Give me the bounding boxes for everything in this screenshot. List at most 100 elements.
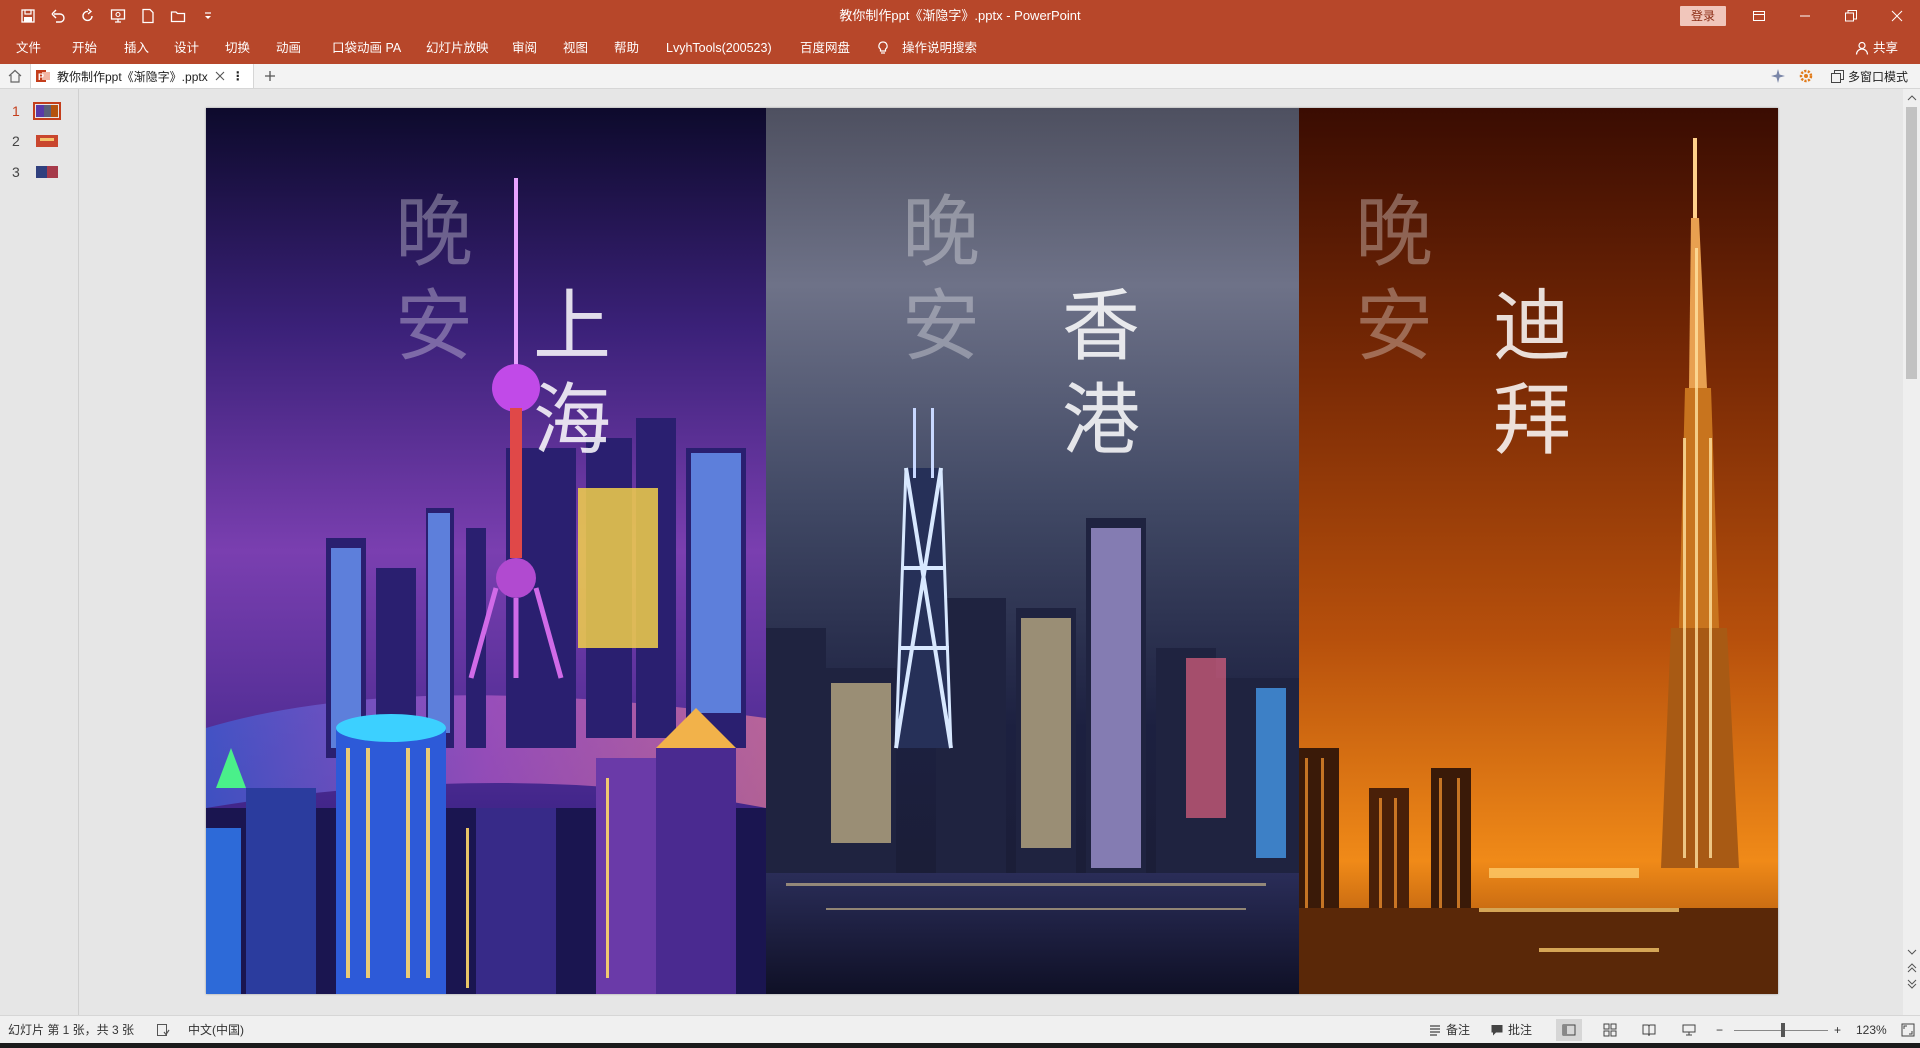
- tab-view[interactable]: 视图: [563, 32, 588, 64]
- document-tab[interactable]: P 教你制作ppt《渐隐字》.pptx ⋮: [30, 64, 254, 88]
- restore-icon: [1845, 10, 1857, 22]
- greeting-text[interactable]: 晚 安: [899, 186, 983, 374]
- slide-thumbnail-2[interactable]: 2: [0, 131, 78, 155]
- quick-access-toolbar: [14, 0, 222, 32]
- dubai-panel: 晚 安 迪 拜: [1299, 108, 1778, 994]
- normal-view-button[interactable]: [1556, 1019, 1582, 1041]
- slide-thumbnail-pane: 1 2 3: [0, 89, 79, 1015]
- reading-view-icon[interactable]: [1642, 1023, 1656, 1037]
- sparkle-icon[interactable]: [1770, 68, 1786, 84]
- person-icon: [1855, 41, 1869, 55]
- tab-home[interactable]: 开始: [72, 32, 97, 64]
- customize-qat-button[interactable]: [194, 2, 222, 30]
- city-char: 上: [532, 282, 611, 372]
- zoom-level[interactable]: 123%: [1856, 1016, 1887, 1044]
- new-document-button[interactable]: [134, 2, 162, 30]
- ribbon-tab-bar: 文件 开始 插入 设计 切换 动画 口袋动画 PA 幻灯片放映 审阅 视图 帮助…: [0, 32, 1920, 64]
- zoom-out-button[interactable]: −: [1716, 1016, 1723, 1044]
- undo-button[interactable]: [44, 2, 72, 30]
- greeting-char: 晚: [394, 188, 473, 278]
- normal-view-icon: [1562, 1024, 1576, 1036]
- city-name-text[interactable]: 迪 拜: [1490, 280, 1574, 468]
- tab-pocket-animation[interactable]: 口袋动画 PA: [332, 32, 401, 64]
- slide-number: 3: [12, 164, 20, 180]
- powerpoint-file-icon: P: [36, 70, 50, 82]
- language-indicator[interactable]: 中文(中国): [188, 1016, 244, 1044]
- new-file-icon: [142, 8, 154, 24]
- slideshow-view-icon[interactable]: [1682, 1023, 1696, 1037]
- slide-thumbnail-image: [36, 166, 58, 178]
- notes-icon: [1430, 1025, 1440, 1036]
- ribbon-display-options-button[interactable]: [1736, 0, 1782, 32]
- scroll-down-icon[interactable]: [1907, 947, 1917, 957]
- close-icon: [1891, 10, 1903, 22]
- start-slideshow-button[interactable]: [104, 2, 132, 30]
- tab-menu-icon[interactable]: ⋮: [232, 69, 244, 83]
- slide-canvas[interactable]: 晚 安 上 海 晚 安 香 港 晚 安 迪 拜: [206, 108, 1778, 994]
- window-title: 教你制作ppt《渐隐字》.pptx - PowerPoint: [839, 8, 1081, 23]
- lightbulb-icon: [878, 41, 888, 54]
- restore-button[interactable]: [1828, 0, 1874, 32]
- tab-baidu-netdisk[interactable]: 百度网盘: [800, 32, 850, 64]
- fit-to-window-icon[interactable]: [1901, 1023, 1915, 1037]
- chevron-down-icon: [205, 12, 211, 19]
- tab-lvyhtools[interactable]: LvyhTools(200523): [666, 32, 772, 64]
- login-button[interactable]: 登录: [1680, 6, 1726, 26]
- tab-review[interactable]: 审阅: [512, 32, 537, 64]
- redo-button[interactable]: [74, 2, 102, 30]
- tab-help[interactable]: 帮助: [614, 32, 639, 64]
- slide-thumbnail-image: [33, 102, 61, 120]
- tab-insert[interactable]: 插入: [124, 32, 149, 64]
- notes-button[interactable]: 备注: [1446, 1016, 1470, 1044]
- accessibility-check-icon[interactable]: [156, 1023, 170, 1037]
- tab-slideshow[interactable]: 幻灯片放映: [426, 32, 489, 64]
- minimize-button[interactable]: [1782, 0, 1828, 32]
- previous-slide-icon[interactable]: [1907, 963, 1917, 973]
- multi-window-label: 多窗口模式: [1847, 69, 1908, 84]
- tell-me-search[interactable]: 操作说明搜索: [902, 32, 977, 64]
- vertical-scrollbar[interactable]: [1903, 89, 1920, 1015]
- next-slide-icon[interactable]: [1907, 979, 1917, 989]
- comments-button[interactable]: 批注: [1508, 1016, 1532, 1044]
- close-tab-icon[interactable]: [214, 70, 226, 82]
- shanghai-panel: 晚 安 上 海: [206, 108, 766, 994]
- tab-file[interactable]: 文件: [16, 32, 41, 64]
- greeting-char: 安: [901, 282, 980, 372]
- document-tab-label: 教你制作ppt《渐隐字》.pptx: [57, 69, 208, 84]
- close-window-button[interactable]: [1874, 0, 1920, 32]
- scroll-up-icon[interactable]: [1907, 93, 1917, 103]
- city-name-text[interactable]: 上 海: [530, 280, 614, 468]
- save-icon: [21, 9, 35, 23]
- slide-number: 2: [12, 133, 20, 149]
- new-tab-icon[interactable]: [262, 68, 278, 84]
- greeting-text[interactable]: 晚 安: [1352, 186, 1436, 374]
- zoom-in-button[interactable]: +: [1834, 1016, 1841, 1044]
- home-icon[interactable]: [7, 68, 23, 84]
- slide-number: 1: [12, 103, 20, 119]
- tab-design[interactable]: 设计: [174, 32, 199, 64]
- slide-thumbnail-1[interactable]: 1: [0, 101, 78, 125]
- comment-icon: [1491, 1025, 1503, 1036]
- tab-animations[interactable]: 动画: [276, 32, 301, 64]
- slide-thumbnail-image: [36, 135, 58, 147]
- city-char: 港: [1061, 376, 1140, 466]
- greeting-char: 晚: [901, 188, 980, 278]
- share-button[interactable]: 共享: [1855, 32, 1898, 64]
- slide-sorter-icon[interactable]: [1603, 1023, 1617, 1037]
- windows-icon: [1830, 69, 1844, 83]
- settings-gear-icon[interactable]: [1798, 68, 1814, 84]
- repeat-icon: [82, 8, 93, 22]
- zoom-slider-thumb[interactable]: [1781, 1023, 1785, 1037]
- tab-transitions[interactable]: 切换: [225, 32, 250, 64]
- greeting-text[interactable]: 晚 安: [392, 186, 476, 374]
- status-bar: 幻灯片 第 1 张，共 3 张 中文(中国) 备注 批注 − + 123%: [0, 1015, 1920, 1044]
- city-name-text[interactable]: 香 港: [1059, 280, 1143, 468]
- scrollbar-thumb[interactable]: [1906, 107, 1917, 379]
- hong-kong-panel: 晚 安 香 港: [766, 108, 1299, 994]
- title-bar: 教你制作ppt《渐隐字》.pptx - PowerPoint 登录: [0, 0, 1920, 32]
- svg-text:P: P: [38, 72, 44, 82]
- slide-thumbnail-3[interactable]: 3: [0, 162, 78, 186]
- save-button[interactable]: [14, 2, 42, 30]
- open-button[interactable]: [164, 2, 192, 30]
- multi-window-mode-button[interactable]: 多窗口模式: [1830, 64, 1908, 88]
